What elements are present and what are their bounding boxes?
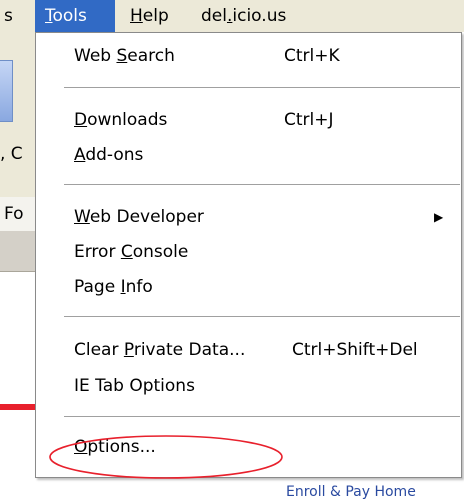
label-mnemonic: S [116,46,128,66]
label-pre: Clear [74,340,124,360]
menu-separator [64,87,460,88]
menu-item-label: Add-ons [74,137,143,173]
menu-item-label: Downloads [74,102,167,138]
annotation-ellipse [49,435,283,479]
menu-delicious-rest: icio.us [232,6,287,26]
menu-help[interactable]: Help [130,0,169,32]
submenu-arrow-icon: ▶ [434,210,444,224]
toolbar-partial-text: , C [0,144,23,164]
label-post: nfo [125,277,153,297]
menu-separator [64,416,460,417]
label-post: eb Developer [89,207,204,227]
label-mnemonic: P [123,340,134,360]
label-pre: IE Tab Options [74,376,195,396]
menu-item-web-search[interactable]: Web Search Ctrl+K [36,38,461,74]
menu-separator [64,184,460,185]
menu-tools-rest: ools [52,6,87,26]
menu-tools[interactable]: Tools [35,0,115,32]
page-link[interactable]: Enroll & Pay Home [286,484,416,500]
menu-delicious[interactable]: del.icio.us [201,0,286,32]
menu-item-label: Error Console [74,234,188,270]
label-post: earch [127,46,175,66]
label-pre: Error [74,242,121,262]
status-strip [0,231,36,272]
label-post: dd-ons [85,145,144,165]
label-pre: Web [74,46,117,66]
highlight-ellipse-annotation [49,435,283,479]
menu-item-label: Page Info [74,269,153,305]
page-red-bar [0,404,36,410]
menu-delicious-pre: del [201,6,227,26]
label-mnemonic: C [120,242,133,262]
menu-item-shortcut: Ctrl+J [284,110,334,130]
label-post: ownloads [87,110,168,130]
menu-item-ie-tab-options[interactable]: IE Tab Options [36,368,461,404]
menu-item-label: Clear Private Data... [74,332,245,368]
menu-help-mnemonic: H [130,6,143,26]
label-mnemonic: D [74,110,88,130]
label-mnemonic: A [74,145,86,165]
menu-item-shortcut: Ctrl+Shift+Del [292,340,418,360]
menu-item-add-ons[interactable]: Add-ons [36,137,461,173]
menu-separator [64,316,460,317]
menu-item-error-console[interactable]: Error Console [36,234,461,270]
tools-dropdown-menu: Web Search Ctrl+K Downloads Ctrl+J Add-o… [35,32,462,478]
menu-item-web-developer[interactable]: Web Developer ▶ [36,199,461,235]
menu-item-label: Web Developer [74,199,204,235]
menu-item-label: Web Search [74,38,175,74]
tab-partial-text[interactable]: Fo [4,204,24,224]
menu-bar: s Tools Help del.icio.us [0,0,464,32]
menu-item-label: IE Tab Options [74,368,195,404]
menu-help-rest: elp [142,6,169,26]
label-post: rivate Data... [133,340,246,360]
menu-item-downloads[interactable]: Downloads Ctrl+J [36,102,461,138]
label-post: onsole [132,242,189,262]
menu-item-page-info[interactable]: Page Info [36,269,461,305]
label-pre: Page [74,277,121,297]
label-mnemonic: W [74,207,90,227]
toolbar-button[interactable] [0,60,13,122]
menu-partial-item[interactable]: s [4,0,13,32]
menu-tools-mnemonic: T [45,6,53,26]
menu-item-shortcut: Ctrl+K [284,46,340,66]
menu-item-clear-private-data[interactable]: Clear Private Data... Ctrl+Shift+Del [36,332,461,368]
